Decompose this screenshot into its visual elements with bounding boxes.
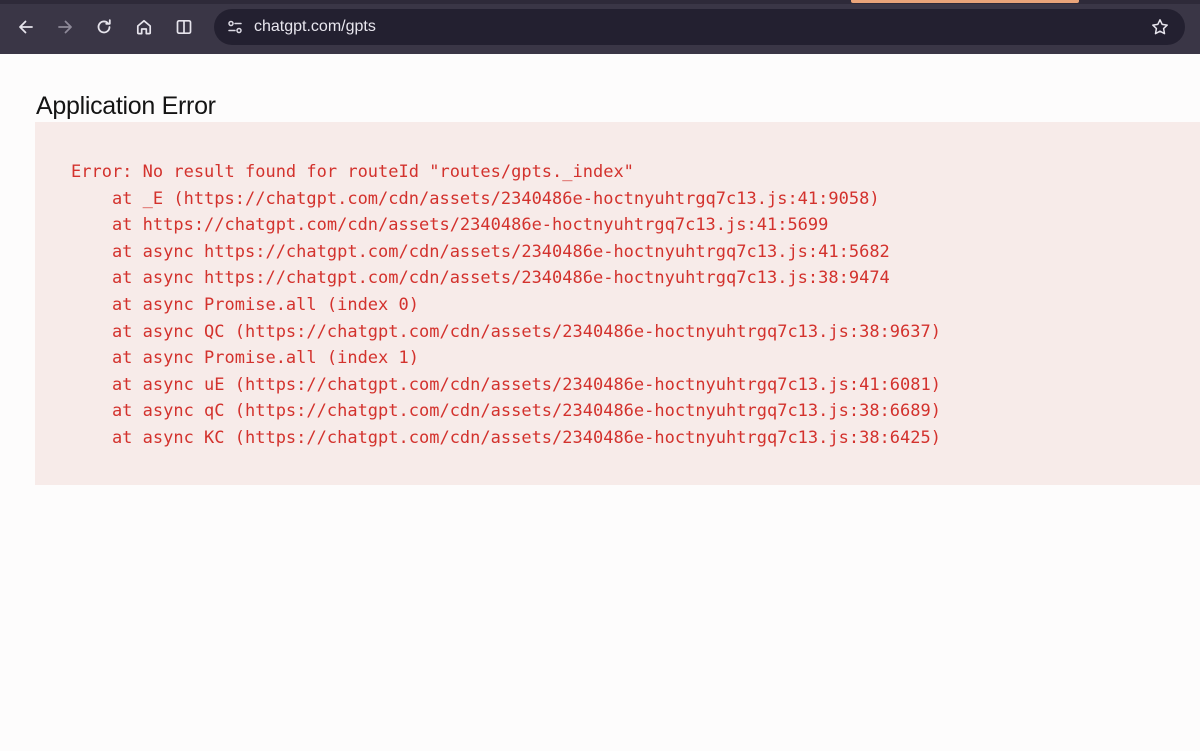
forward-button[interactable]	[49, 11, 81, 43]
home-button[interactable]	[128, 11, 160, 43]
home-icon	[136, 19, 152, 35]
stack-frame: at async https://chatgpt.com/cdn/assets/…	[71, 241, 890, 262]
address-bar[interactable]: chatgpt.com/gpts	[214, 9, 1185, 45]
page-title: Application Error	[36, 92, 216, 120]
stack-frame: at async KC (https://chatgpt.com/cdn/ass…	[71, 427, 941, 448]
back-button[interactable]	[10, 11, 42, 43]
page-content: Application Error Error: No result found…	[0, 54, 1200, 751]
error-message: Error: No result found for routeId "rout…	[71, 162, 634, 182]
stack-frame: at async uE (https://chatgpt.com/cdn/ass…	[71, 374, 941, 395]
url-text[interactable]: chatgpt.com/gpts	[254, 9, 376, 45]
reload-icon	[97, 19, 111, 34]
bookmark-button[interactable]	[1147, 14, 1173, 40]
star-icon	[1152, 19, 1168, 35]
split-view-icon	[176, 19, 192, 35]
split-view-button[interactable]	[168, 11, 200, 43]
stack-frame: at async Promise.all (index 1)	[71, 348, 419, 369]
site-info-button[interactable]	[222, 14, 248, 40]
arrow-right-icon	[58, 20, 72, 34]
active-tab-indicator[interactable]	[851, 0, 1079, 3]
stack-frame: at https://chatgpt.com/cdn/assets/234048…	[71, 215, 829, 236]
error-stack-box: Error: No result found for routeId "rout…	[35, 122, 1200, 485]
arrow-left-icon	[19, 20, 33, 34]
site-settings-icon	[228, 20, 242, 34]
stack-frame: at async https://chatgpt.com/cdn/assets/…	[71, 268, 890, 289]
reload-button[interactable]	[88, 11, 120, 43]
stack-frame: at async qC (https://chatgpt.com/cdn/ass…	[71, 401, 941, 422]
stack-frame: at async QC (https://chatgpt.com/cdn/ass…	[71, 321, 941, 342]
stack-frame: at async Promise.all (index 0)	[71, 294, 419, 315]
stack-frame: at _E (https://chatgpt.com/cdn/assets/23…	[71, 188, 880, 209]
browser-toolbar: chatgpt.com/gpts	[0, 0, 1200, 54]
